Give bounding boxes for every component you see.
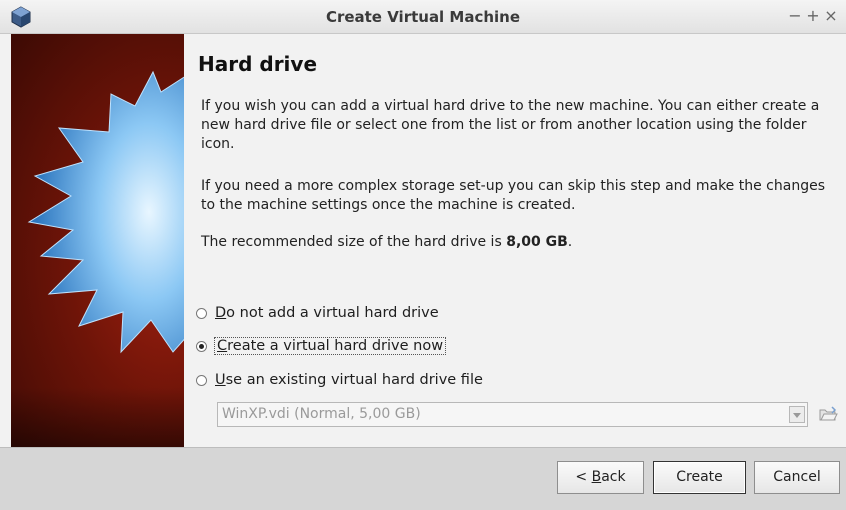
option-existing-hard-drive[interactable]: Use an existing virtual hard drive file [196, 372, 483, 388]
recommended-size-suffix: . [567, 234, 573, 250]
create-button[interactable]: Create [653, 461, 746, 494]
option-existing-hard-drive-label: Use an existing virtual hard drive file [215, 372, 483, 388]
intro-paragraph: If you wish you can add a virtual hard d… [201, 98, 820, 152]
close-button[interactable]: × [822, 6, 840, 26]
radio-create-hard-drive[interactable] [196, 340, 207, 352]
star-burst-icon [27, 70, 184, 354]
option-create-hard-drive-label: Create a virtual hard drive now [213, 337, 447, 355]
minimize-button[interactable]: − [786, 6, 804, 26]
page-title: Hard drive [198, 52, 318, 76]
wizard-banner-image [11, 34, 184, 447]
cancel-button[interactable]: Cancel [754, 461, 840, 494]
chevron-down-icon[interactable] [789, 406, 805, 423]
option-no-hard-drive-label: Do not add a virtual hard drive [215, 305, 439, 321]
option-create-hard-drive[interactable]: Create a virtual hard drive now [196, 337, 447, 355]
window-title: Create Virtual Machine [325, 8, 521, 26]
title-bar: Create Virtual Machine − + × [0, 0, 846, 34]
left-margin [0, 34, 11, 447]
option-no-hard-drive[interactable]: Do not add a virtual hard drive [196, 305, 439, 321]
recommended-size-paragraph: The recommended size of the hard drive i… [201, 233, 826, 252]
radio-existing-hard-drive[interactable] [196, 374, 207, 386]
folder-open-icon[interactable] [818, 404, 838, 424]
existing-file-select[interactable]: WinXP.vdi (Normal, 5,00 GB) [217, 402, 808, 427]
recommended-size-prefix: The recommended size of the hard drive i… [201, 234, 507, 250]
storage-hint-paragraph: If you need a more complex storage set-u… [201, 178, 825, 213]
recommended-size-value: 8,00 GB [506, 234, 568, 250]
maximize-button[interactable]: + [804, 6, 822, 26]
radio-no-hard-drive[interactable] [196, 307, 207, 319]
existing-file-value: WinXP.vdi (Normal, 5,00 GB) [222, 406, 421, 422]
back-button[interactable]: < Back [557, 461, 644, 494]
